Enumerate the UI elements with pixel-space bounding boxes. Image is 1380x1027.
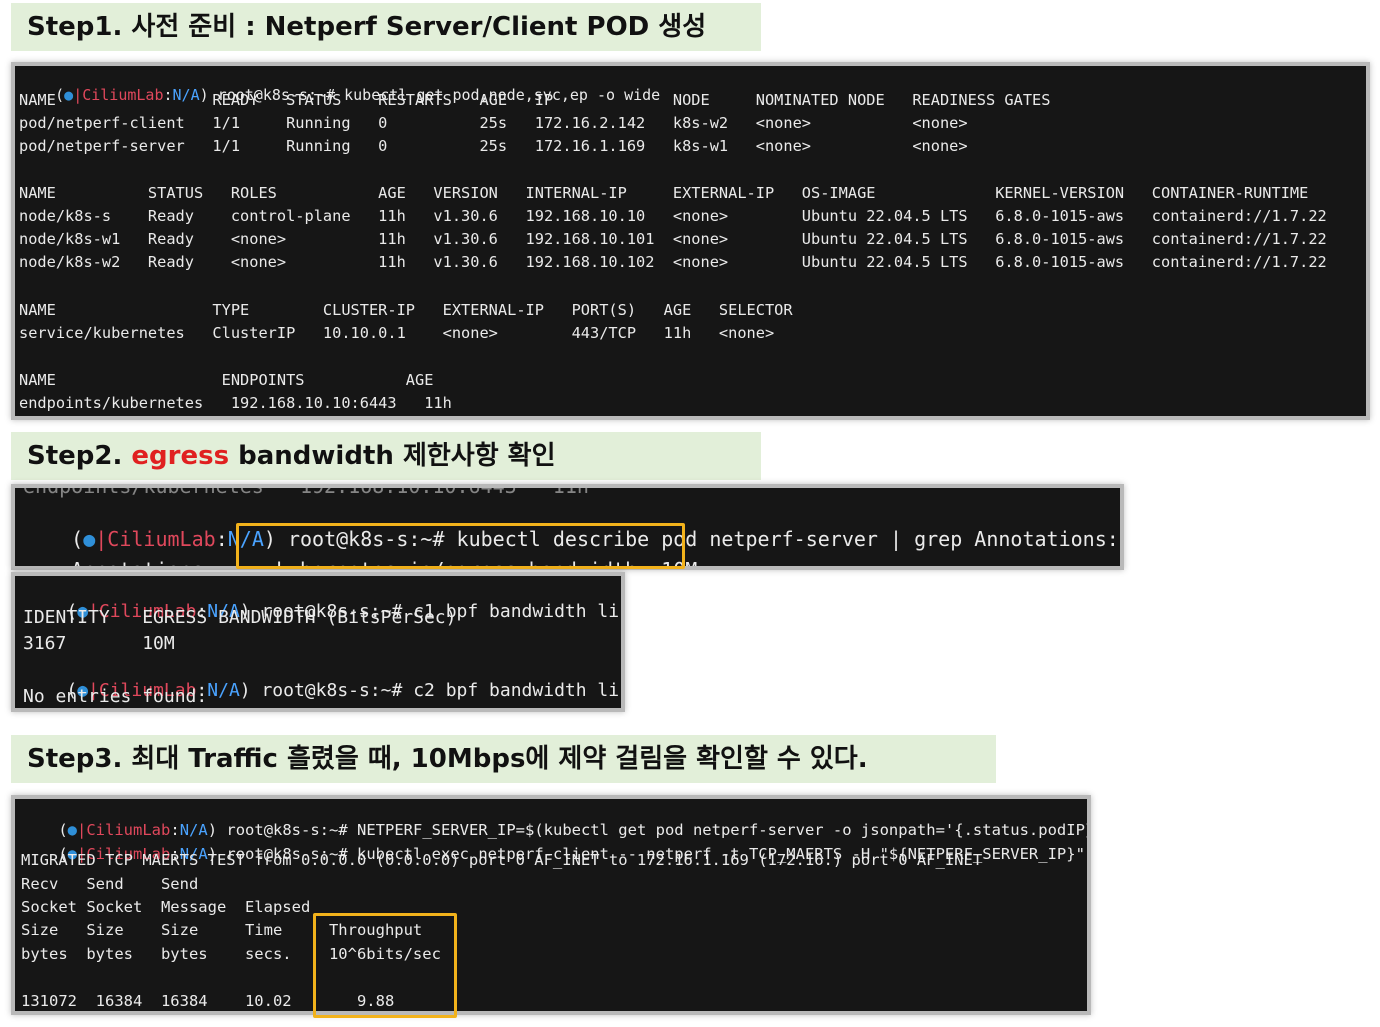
terminal-bpf-bandwidth: (●|CiliumLab:N/A) root@k8s-s:~# c1 bpf b…	[11, 572, 625, 712]
output-line: pod/netperf-server 1/1 Running 0 25s 172…	[19, 137, 968, 155]
terminal-kubectl-get: (●|CiliumLab:N/A) root@k8s-s:~# kubectl …	[11, 62, 1370, 420]
step2-title-highlight: egress	[131, 441, 230, 471]
output-line: node/k8s-w2 Ready <none> 11h v1.30.6 192…	[19, 253, 1327, 271]
output-line: NAME ENDPOINTS AGE	[19, 371, 434, 389]
output-line: MIGRATED TCP MAERTS TEST from 0.0.0.0 (0…	[21, 851, 983, 869]
output-line: IDENTITY EGRESS BANDWIDTH (BitsPerSec)	[23, 607, 457, 628]
step1-title: Step1. 사전 준비 : Netperf Server/Client POD…	[27, 12, 707, 42]
cut-off-line: endpoints/kubernetes 192.168.10.10:6443 …	[23, 484, 589, 498]
step3-banner: Step3. 최대 Traffic 흘렸을 때, 10Mbps에 제약 걸림을 …	[11, 735, 996, 783]
output-line: NAME TYPE CLUSTER-IP EXTERNAL-IP PORT(S)…	[19, 301, 793, 319]
throughput-highlight-box	[313, 913, 457, 1018]
output-line: node/k8s-w1 Ready <none> 11h v1.30.6 192…	[19, 230, 1327, 248]
output-line: Recv Send Send	[21, 875, 199, 893]
command-text: c2 bpf bandwidth list	[413, 680, 625, 701]
step2-title-prefix: Step2.	[27, 441, 132, 471]
terminal-netperf: (●|CiliumLab:N/A) root@k8s-s:~# NETPERF_…	[11, 795, 1091, 1015]
output-line: No entries found.	[23, 686, 208, 707]
output-line: NAME READY STATUS RESTARTS AGE IP NODE N…	[19, 91, 1051, 109]
step2-title-suffix: bandwidth 제한사항 확인	[229, 441, 556, 471]
step2-banner: Step2. egress bandwidth 제한사항 확인	[11, 432, 761, 480]
step3-title: Step3. 최대 Traffic 흘렸을 때, 10Mbps에 제약 걸림을 …	[27, 744, 868, 774]
output-line: 3167 10M	[23, 633, 175, 654]
output-line: endpoints/kubernetes 192.168.10.10:6443 …	[19, 394, 452, 412]
output-line: NAME STATUS ROLES AGE VERSION INTERNAL-I…	[19, 184, 1309, 202]
output-line: Socket Socket Message Elapsed	[21, 898, 311, 916]
annotation-highlight-box	[236, 523, 685, 569]
output-line: service/kubernetes ClusterIP 10.10.0.1 <…	[19, 324, 775, 342]
output-line: pod/netperf-client 1/1 Running 0 25s 172…	[19, 114, 968, 132]
step1-banner: Step1. 사전 준비 : Netperf Server/Client POD…	[11, 3, 761, 51]
output-line: node/k8s-s Ready control-plane 11h v1.30…	[19, 207, 1327, 225]
